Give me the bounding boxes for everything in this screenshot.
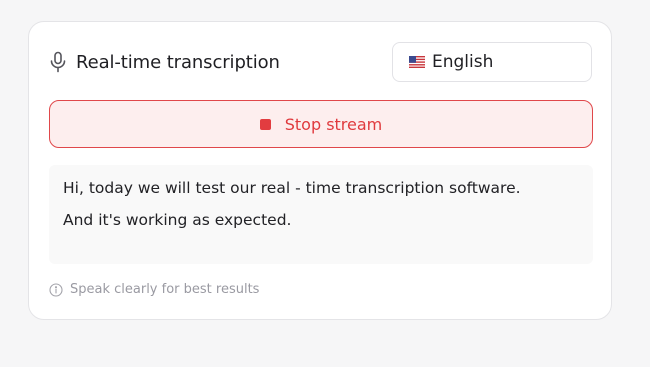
card-header: Real-time transcription <box>49 51 280 73</box>
us-flag-icon <box>409 56 425 68</box>
transcript-line: And it's working as expected. <box>63 211 292 229</box>
transcript-output: Hi, today we will test our real - time t… <box>49 165 593 264</box>
transcription-card: Real-time transcription English Stop str… <box>28 21 612 320</box>
language-selected-value: English <box>432 52 494 72</box>
stop-stream-label: Stop stream <box>284 114 383 134</box>
info-icon <box>49 282 63 297</box>
transcript-line: Hi, today we will test our real - time t… <box>63 179 521 197</box>
card-title: Real-time transcription <box>76 51 280 73</box>
hint-text: Speak clearly for best results <box>70 282 260 297</box>
hint: Speak clearly for best results <box>49 282 259 297</box>
language-select[interactable]: English <box>392 42 592 82</box>
stop-stream-button[interactable]: Stop stream <box>49 100 593 148</box>
microphone-icon <box>49 51 67 73</box>
stop-square-icon <box>259 118 271 130</box>
